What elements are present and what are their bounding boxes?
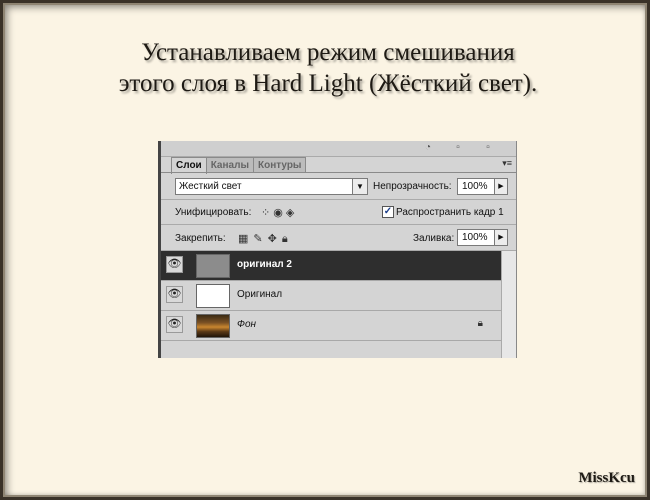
layer-thumbnail — [196, 314, 230, 338]
layer-thumbnail — [196, 284, 230, 308]
lock-transparency-icon[interactable]: ▦ — [238, 233, 253, 245]
chevron-right-icon[interactable]: ▶ — [494, 179, 507, 194]
layer-row-original[interactable]: 👁︎ Оригинал — [161, 281, 501, 311]
unify-style-icon[interactable]: ◈ — [286, 207, 297, 219]
tab-paths[interactable]: Контуры — [252, 157, 307, 173]
divider — [161, 199, 516, 200]
panel-menu-icon[interactable]: ▾≡ — [502, 158, 512, 169]
tab-divider — [161, 172, 516, 173]
slide-title: Устанавливаем режим смешивания этого сло… — [3, 37, 650, 99]
opacity-label: Непрозрачность: — [373, 181, 452, 192]
blend-mode-select[interactable]: Жесткий свет ▼ — [175, 178, 368, 195]
layer-row-original-2[interactable]: 👁︎ оригинал 2 — [161, 251, 501, 281]
lock-all-icon[interactable]: 🔒︎ — [282, 233, 293, 245]
layer-row-background[interactable]: 👁︎ Фон 🔒︎ — [161, 311, 501, 341]
unify-visibility-icon[interactable]: ◉ — [273, 207, 286, 219]
opacity-value: 100% — [462, 181, 488, 192]
blend-mode-value: Жесткий свет — [179, 181, 242, 192]
eye-icon[interactable]: 👁︎ — [166, 316, 183, 333]
propagate-checkbox[interactable]: ✓ — [382, 206, 394, 218]
divider — [161, 224, 516, 225]
chevron-down-icon[interactable]: ▼ — [352, 179, 367, 194]
eye-icon[interactable]: 👁︎ — [166, 256, 183, 273]
lock-position-icon[interactable]: ✥ — [268, 233, 282, 245]
title-line-2: этого слоя в Hard Light (Жёсткий свет). — [118, 70, 538, 97]
layer-thumbnail — [196, 254, 230, 278]
signature: MissKcu — [578, 470, 635, 486]
title-line-1: Устанавливаем режим смешивания — [141, 39, 515, 66]
panel-icon-2[interactable]: ▫ — [482, 142, 494, 154]
lock-pixels-icon[interactable]: ✎ — [253, 233, 267, 245]
layer-name: оригинал 2 — [237, 259, 292, 270]
fill-label: Заливка: — [413, 233, 455, 244]
panel-icon[interactable]: ▫ — [452, 142, 464, 154]
opacity-input[interactable]: 100% ▶ — [457, 178, 508, 195]
lock-icon: 🔒︎ — [477, 318, 483, 329]
lock-label: Закрепить: — [175, 233, 226, 244]
history-icon[interactable]: ◔ — [422, 142, 434, 154]
unify-position-icon[interactable]: ⁘ — [261, 207, 273, 219]
panel-top-strip: ◔ ▫ ▫ — [161, 141, 516, 157]
layers-scrollbar[interactable] — [501, 251, 516, 358]
fill-input[interactable]: 100% ▶ — [457, 229, 508, 246]
layers-panel: ◔ ▫ ▫ Слои Каналы Контуры ▾≡ Жесткий све… — [158, 141, 517, 358]
eye-icon[interactable]: 👁︎ — [166, 286, 183, 303]
fill-value: 100% — [462, 232, 488, 243]
slide: Устанавливаем режим смешивания этого сло… — [0, 0, 650, 500]
unify-label: Унифицировать: — [175, 207, 252, 218]
layer-name: Оригинал — [237, 289, 283, 300]
layers-list: 👁︎ оригинал 2 👁︎ Оригинал 👁︎ Фон 🔒︎ — [161, 251, 501, 341]
chevron-right-icon[interactable]: ▶ — [494, 230, 507, 245]
layer-name: Фон — [237, 319, 257, 330]
propagate-label: Распространить кадр 1 — [396, 207, 504, 218]
panel-tabs: Слои Каналы Контуры — [171, 157, 307, 174]
unify-icons: ⁘◉◈ — [261, 206, 297, 219]
tab-channels[interactable]: Каналы — [205, 157, 254, 173]
lock-icons: ▦✎✥🔒︎ — [238, 232, 293, 246]
